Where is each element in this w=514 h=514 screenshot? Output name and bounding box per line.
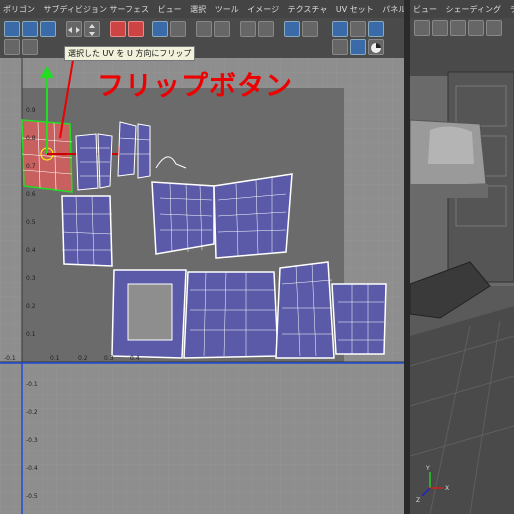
menu-select[interactable]: 選択: [187, 0, 209, 15]
layout-icon[interactable]: [240, 21, 256, 37]
smooth-shade-icon[interactable]: [450, 20, 466, 36]
uv-shell-icon[interactable]: [40, 21, 56, 37]
menu-viewport-view[interactable]: ビュー: [410, 0, 440, 15]
y-tick-0.6: 0.6: [26, 191, 36, 198]
color-wheel-icon[interactable]: [368, 39, 384, 55]
y-tick-m0.3: -0.3: [26, 437, 38, 444]
perspective-viewport[interactable]: Y X Z: [410, 36, 514, 514]
y-tick-0.7: 0.7: [26, 163, 36, 170]
camera-icon[interactable]: [414, 20, 430, 36]
y-tick-m0.5: -0.5: [26, 493, 38, 500]
x-tick-m0.1: -0.1: [4, 355, 16, 362]
x-tick-0.1: 0.1: [50, 355, 60, 362]
rotate-ccw-icon[interactable]: [110, 21, 126, 37]
sofa-base: [410, 184, 488, 198]
flip-u-icon[interactable]: [66, 21, 82, 37]
snap-icon[interactable]: [196, 21, 212, 37]
menu-viewport-lighting[interactable]: ラ: [507, 0, 514, 15]
menu-image[interactable]: イメージ: [244, 0, 282, 15]
uv-texture-editor-icon[interactable]: [368, 21, 384, 37]
menu-view[interactable]: ビュー: [155, 0, 185, 15]
y-tick-m0.4: -0.4: [26, 465, 38, 472]
uv-shell-upper-body[interactable]: [151, 173, 293, 259]
uv-toolbar: [0, 18, 404, 59]
frame-icon[interactable]: [22, 39, 38, 55]
y-tick-0.5: 0.5: [26, 219, 36, 226]
wireframe-icon[interactable]: [432, 20, 448, 36]
isolate-icon[interactable]: [4, 39, 20, 55]
align-icon[interactable]: [214, 21, 230, 37]
window-frame: [410, 36, 514, 76]
menu-panel[interactable]: パネル: [379, 0, 404, 15]
viewport-menubar: ビュー シェーディング ラ: [410, 0, 514, 18]
uv-shell-left-block[interactable]: [61, 195, 113, 267]
uv-select-icon[interactable]: [4, 21, 20, 37]
menu-texture[interactable]: テクスチャ: [285, 0, 331, 15]
y-tick-m0.2: -0.2: [26, 409, 38, 416]
menu-uvset[interactable]: UV セット: [333, 0, 377, 15]
menu-tool[interactable]: ツール: [212, 0, 242, 15]
checker-icon[interactable]: [332, 21, 348, 37]
sofa-cushion: [428, 126, 474, 164]
y-tick-0.3: 0.3: [26, 275, 36, 282]
dim-image-icon[interactable]: [302, 21, 318, 37]
viewport-toolbar: [410, 18, 514, 36]
menu-viewport-shading[interactable]: シェーディング: [443, 0, 504, 15]
uv-editor-canvas[interactable]: 0.9 0.8 0.7 0.6 0.5 0.4 0.3 0.2 0.1 -0.1…: [0, 58, 404, 514]
y-tick-0.1: 0.1: [26, 331, 36, 338]
axis-y-label: Y: [425, 465, 430, 472]
y-tick-m0.1: -0.1: [26, 381, 38, 388]
isolate-view-icon[interactable]: [486, 20, 502, 36]
menu-subdiv[interactable]: サブディビジョン サーフェス: [41, 0, 153, 15]
y-tick-0.8: 0.8: [26, 135, 36, 142]
y-tick-0.4: 0.4: [26, 247, 36, 254]
shaded-uv-icon[interactable]: [350, 21, 366, 37]
x-tick-0.4: 0.4: [130, 355, 140, 362]
texture-display-icon[interactable]: [284, 21, 300, 37]
light-icon[interactable]: [468, 20, 484, 36]
flip-button-annotation: フリップボタン: [97, 71, 293, 102]
flip-u-tooltip: 選択した UV を U 方向にフリップ: [64, 46, 196, 61]
grid-icon[interactable]: [258, 21, 274, 37]
floor: [410, 306, 514, 514]
sew-uv-icon[interactable]: [170, 21, 186, 37]
flip-v-icon[interactable]: [84, 21, 100, 37]
x-tick-0.3: 0.3: [104, 355, 114, 362]
cut-uv-icon[interactable]: [152, 21, 168, 37]
y-tick-0.2: 0.2: [26, 303, 36, 310]
y-tick-0.9: 0.9: [26, 107, 36, 114]
menu-polygon[interactable]: ポリゴン: [0, 0, 38, 15]
axis-x-label: X: [445, 485, 449, 492]
rotate-cw-icon[interactable]: [128, 21, 144, 37]
uv-move-icon[interactable]: [22, 21, 38, 37]
rgb-channels-icon[interactable]: [332, 39, 348, 55]
uv-editor-menubar: ポリゴン サブディビジョン サーフェス ビュー 選択 ツール イメージ テクスチ…: [0, 0, 404, 18]
alpha-icon[interactable]: [350, 39, 366, 55]
axis-z-label: Z: [416, 497, 420, 504]
x-tick-0.2: 0.2: [78, 355, 88, 362]
